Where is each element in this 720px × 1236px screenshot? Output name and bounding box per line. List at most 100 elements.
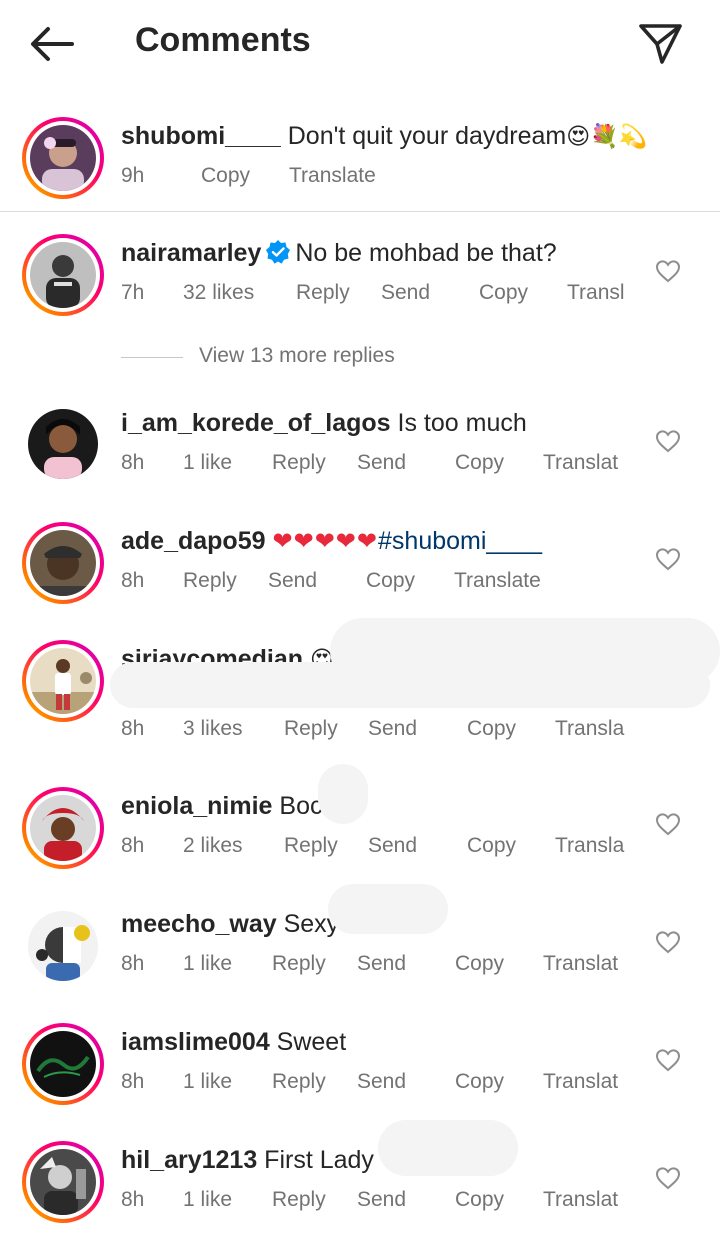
arrow-left-icon[interactable] [28,24,76,64]
copy-button[interactable]: Copy [467,834,516,858]
heart-outline-icon[interactable] [655,1048,681,1072]
reply-button[interactable]: Reply [284,834,338,858]
translate-button[interactable]: Translat [543,1070,618,1094]
profile-photo [28,911,98,981]
timestamp: 8h [121,569,145,592]
copy-button[interactable]: Copy [467,717,516,741]
comment-text: First Lady [264,1146,374,1174]
copy-button[interactable]: Copy [455,451,504,475]
timestamp: 8h [121,952,145,975]
avatar[interactable] [22,905,104,987]
divider [0,211,720,212]
top-bar: Comments [0,0,720,88]
copy-button[interactable]: Copy [455,1070,504,1094]
send-button[interactable]: Send [357,1188,406,1212]
likes-count[interactable]: 2 likes [183,834,243,858]
heart-outline-icon[interactable] [655,930,681,954]
translate-button[interactable]: Translat [543,451,618,475]
reply-button[interactable]: Reply [272,1070,326,1094]
timestamp: 8h [121,834,145,857]
caption-line: shubomi____ Don't quit your daydream😍💐💫 [121,122,648,151]
username[interactable]: i_am_korede_of_lagos [121,409,391,437]
likes-count[interactable]: 1 like [183,1070,232,1094]
copy-button[interactable]: Copy [366,569,415,593]
username[interactable]: ade_dapo59 [121,527,266,555]
hearts-emoji: ❤❤❤❤❤ [272,527,379,555]
avatar[interactable] [22,640,104,722]
timestamp: 8h [121,451,145,474]
post-caption: shubomi____ Don't quit your daydream😍💐💫 … [0,106,720,210]
caption-emojis: 😍💐💫 [566,124,648,150]
send-button[interactable]: Send [357,952,406,976]
heart-outline-icon[interactable] [655,259,681,283]
likes-count[interactable]: 1 like [183,952,232,976]
avatar[interactable] [22,1141,104,1223]
avatar[interactable] [22,403,104,485]
send-button[interactable]: Send [368,834,417,858]
view-replies-label: View 13 more replies [199,344,395,367]
avatar[interactable] [22,1023,104,1105]
avatar[interactable] [22,787,104,869]
copy-button[interactable]: Copy [455,952,504,976]
redaction-overlay [328,884,448,934]
copy-button[interactable]: Copy [455,1188,504,1212]
redaction-overlay [378,1120,518,1176]
avatar[interactable] [22,234,104,316]
likes-count[interactable]: 3 likes [183,717,243,741]
reply-button[interactable]: Reply [183,569,237,593]
username[interactable]: nairamarley [121,239,261,267]
translate-button[interactable]: Transla [555,717,624,741]
replies-divider-line [121,357,183,358]
paper-plane-icon[interactable] [636,20,684,68]
translate-button[interactable]: Transl [567,281,625,305]
translate-button[interactable]: Translat [543,952,618,976]
send-button[interactable]: Send [357,1070,406,1094]
profile-photo [30,1149,96,1215]
profile-photo [30,648,96,714]
username[interactable]: iamslime004 [121,1028,270,1056]
username[interactable]: hil_ary1213 [121,1146,257,1174]
comment-text: No be mohbad be that? [295,239,557,267]
heart-outline-icon[interactable] [655,429,681,453]
copy-button[interactable]: Copy [201,164,250,188]
reply-button[interactable]: Reply [296,281,350,305]
send-button[interactable]: Send [381,281,430,305]
profile-photo [30,530,96,596]
heart-outline-icon[interactable] [655,812,681,836]
timestamp: 7h [121,281,145,304]
avatar[interactable] [22,522,104,604]
timestamp: 8h [121,1188,145,1211]
verified-badge-icon [266,240,291,264]
copy-button[interactable]: Copy [479,281,528,305]
comment-text: Is too much [397,409,527,437]
send-button[interactable]: Send [368,717,417,741]
heart-outline-icon[interactable] [655,1166,681,1190]
username[interactable]: eniola_nimie [121,792,272,820]
likes-count[interactable]: 1 like [183,1188,232,1212]
translate-button[interactable]: Translat [543,1188,618,1212]
hashtag-link[interactable]: #shubomi____ [378,527,542,555]
translate-button[interactable]: Translate [454,569,541,593]
profile-photo [30,125,96,191]
username[interactable]: meecho_way [121,910,277,938]
profile-photo [30,795,96,861]
heart-outline-icon[interactable] [655,547,681,571]
send-button[interactable]: Send [357,451,406,475]
timestamp: 9h [121,164,145,187]
comment-text: Boc [279,792,323,820]
send-button[interactable]: Send [268,569,317,593]
reply-button[interactable]: Reply [272,1188,326,1212]
likes-count[interactable]: 1 like [183,451,232,475]
reply-button[interactable]: Reply [272,952,326,976]
translate-button[interactable]: Translate [289,164,376,188]
likes-count[interactable]: 32 likes [183,281,254,305]
redaction-overlay [110,662,710,708]
username[interactable]: shubomi____ [121,122,281,150]
profile-photo [30,242,96,308]
reply-button[interactable]: Reply [272,451,326,475]
translate-button[interactable]: Transla [555,834,624,858]
reply-button[interactable]: Reply [284,717,338,741]
avatar[interactable] [22,117,104,199]
page-title: Comments [135,21,311,59]
view-more-replies-button[interactable]: View 13 more replies [121,344,521,372]
